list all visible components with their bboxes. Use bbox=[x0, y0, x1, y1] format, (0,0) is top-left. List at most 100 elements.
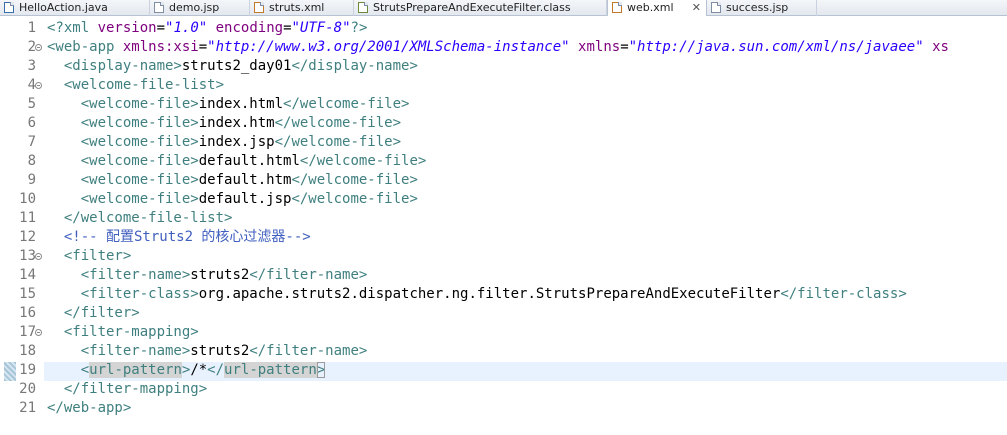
fold-collapse-icon[interactable] bbox=[35, 329, 42, 336]
code-text: <filter-name>struts2</filter-name> bbox=[47, 342, 368, 361]
code-token: struts2_day01 bbox=[181, 58, 292, 74]
code-line[interactable]: 18 <filter-name>struts2</filter-name> bbox=[0, 342, 1007, 361]
fold-collapse-icon[interactable] bbox=[35, 82, 42, 89]
code-text: <filter-name>struts2</filter-name> bbox=[47, 266, 368, 285]
code-line[interactable]: 21 </web-app> bbox=[0, 399, 1007, 418]
code-line[interactable]: 14 <filter-name>struts2</filter-name> bbox=[0, 266, 1007, 285]
tab-demo-jsp[interactable]: demo.jsp bbox=[150, 0, 250, 16]
code-token: struts2 bbox=[190, 267, 250, 283]
code-token: /* bbox=[190, 362, 208, 378]
code-line[interactable]: 20 </filter-mapping> bbox=[0, 380, 1007, 399]
code-token: </welcome-file> bbox=[283, 96, 410, 112]
code-token: <welcome-file> bbox=[80, 115, 199, 131]
code-token: encoding bbox=[215, 20, 284, 36]
code-token: </filter-class> bbox=[780, 286, 907, 302]
code-text: <filter-class>org.apache.struts2.dispatc… bbox=[47, 285, 907, 304]
code-token: <filter> bbox=[63, 248, 132, 264]
code-token: <welcome-file-list> bbox=[63, 77, 225, 93]
code-token: </filter-name> bbox=[249, 267, 368, 283]
code-token: index.html bbox=[198, 96, 284, 112]
tab-web-xml[interactable]: web.xml ✕ bbox=[607, 0, 707, 17]
code-token: = bbox=[620, 39, 629, 55]
code-line[interactable]: 19 <url-pattern>/*</url-pattern> bbox=[0, 361, 1007, 380]
fold-collapse-icon[interactable] bbox=[35, 44, 42, 51]
code-line[interactable]: 12 <!-- 配置Struts2 的核心过滤器--> bbox=[0, 228, 1007, 247]
code-token: "1.0" bbox=[165, 20, 208, 36]
tab-struts-xml[interactable]: struts.xml bbox=[250, 0, 354, 16]
tab-success-jsp[interactable]: success.jsp bbox=[707, 0, 817, 16]
code-line[interactable]: 2 <web-app xmlns:xsi="http://www.w3.org/2… bbox=[0, 38, 1007, 57]
code-token: <welcome-file> bbox=[80, 134, 199, 150]
code-line[interactable]: 16 </filter> bbox=[0, 304, 1007, 323]
line-number: 13 bbox=[19, 248, 36, 264]
line-number: 6 bbox=[27, 115, 36, 131]
code-token: url-pattern bbox=[224, 362, 317, 378]
code-line[interactable]: 5 <welcome-file>index.html</welcome-file… bbox=[0, 95, 1007, 114]
close-icon[interactable]: ✕ bbox=[692, 0, 701, 15]
code-line[interactable]: 9 <welcome-file>default.htm</welcome-fil… bbox=[0, 171, 1007, 190]
code-token: > bbox=[316, 362, 326, 378]
code-line[interactable]: 17 <filter-mapping> bbox=[0, 323, 1007, 342]
code-line[interactable]: 1 <?xml version="1.0" encoding="UTF-8"?> bbox=[0, 19, 1007, 38]
line-number: 5 bbox=[27, 96, 36, 112]
code-line[interactable]: 6 <welcome-file>index.htm</welcome-file> bbox=[0, 114, 1007, 133]
code-line[interactable]: 8 <welcome-file>default.html</welcome-fi… bbox=[0, 152, 1007, 171]
code-token: = bbox=[198, 39, 208, 55]
editor-tab-bar: HelloAction.java demo.jsp struts.xml Str… bbox=[0, 0, 1007, 17]
line-number: 19 bbox=[19, 362, 36, 378]
fold-collapse-icon[interactable] bbox=[35, 253, 42, 260]
line-number: 10 bbox=[19, 191, 36, 207]
code-token: default.htm bbox=[198, 172, 292, 188]
code-line[interactable]: 10 <welcome-file>default.jsp</welcome-fi… bbox=[0, 190, 1007, 209]
code-text: <filter> bbox=[47, 247, 131, 266]
code-line[interactable]: 15 <filter-class>org.apache.struts2.disp… bbox=[0, 285, 1007, 304]
xml-source-editor[interactable]: 1 <?xml version="1.0" encoding="UTF-8"?> 2… bbox=[0, 16, 1007, 435]
code-token: </welcome-file> bbox=[299, 153, 427, 169]
code-text: <!-- 配置Struts2 的核心过滤器--> bbox=[47, 228, 311, 247]
code-line[interactable]: 13 <filter> bbox=[0, 247, 1007, 266]
code-token: xmlns:xsi bbox=[122, 39, 199, 55]
code-token: "UTF-8" bbox=[291, 20, 351, 36]
code-line[interactable]: 11 </welcome-file-list> bbox=[0, 209, 1007, 228]
line-number: 7 bbox=[27, 134, 36, 150]
code-token: <?xml bbox=[47, 20, 98, 36]
code-token: <welcome-file> bbox=[80, 96, 199, 112]
java-file-icon bbox=[4, 2, 14, 13]
tab-helloaction-java[interactable]: HelloAction.java bbox=[0, 0, 150, 16]
code-text: <welcome-file-list> bbox=[47, 76, 224, 95]
class-file-icon bbox=[358, 2, 368, 13]
code-text: <?xml version="1.0" encoding="UTF-8"?> bbox=[47, 19, 367, 38]
jsp-file-icon bbox=[154, 2, 164, 13]
code-text: <welcome-file>default.html</welcome-file… bbox=[47, 152, 427, 171]
code-token: </welcome-file> bbox=[291, 191, 418, 207]
code-token: <welcome-file> bbox=[80, 153, 199, 169]
line-number: 12 bbox=[19, 229, 36, 245]
code-token: struts2 bbox=[190, 343, 250, 359]
code-token: </welcome-file-list> bbox=[63, 210, 233, 226]
line-number: 3 bbox=[27, 58, 36, 74]
code-token: "http://java.sun.com/xml/ns/javaee" bbox=[628, 39, 924, 55]
code-token: ?> bbox=[350, 20, 368, 36]
code-token: = bbox=[283, 20, 292, 36]
code-token: xs bbox=[932, 39, 949, 55]
code-line[interactable]: 7 <welcome-file>index.jsp</welcome-file> bbox=[0, 133, 1007, 152]
code-token: default.jsp bbox=[198, 191, 292, 207]
tab-strutsprepareandexecutefilter-class[interactable]: StrutsPrepareAndExecuteFilter.class bbox=[354, 0, 607, 16]
code-line[interactable]: 4 <welcome-file-list> bbox=[0, 76, 1007, 95]
xml-file-icon bbox=[612, 2, 622, 13]
code-token: </welcome-file> bbox=[274, 134, 402, 150]
code-token: </filter> bbox=[63, 305, 140, 321]
code-token: </welcome-file> bbox=[274, 115, 402, 131]
code-line[interactable]: 3 <display-name>struts2_day01</display-n… bbox=[0, 57, 1007, 76]
